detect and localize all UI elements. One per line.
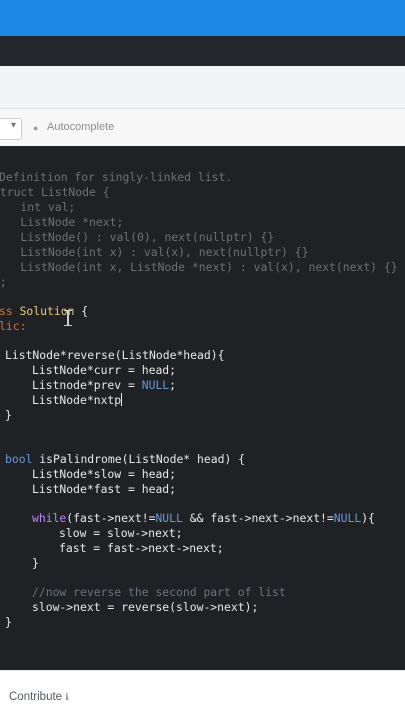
- code-line-comment-4: ListNode *next;: [0, 215, 124, 229]
- code-line-nxtp: ListNode*nxtp: [32, 393, 123, 408]
- code-line-fast: ListNode*fast = head;: [32, 482, 177, 496]
- code-line-comment-8: };: [0, 275, 7, 289]
- contribute-link[interactable]: Contribute ℹ: [9, 691, 69, 703]
- access-specifier: lic:: [0, 319, 27, 333]
- editor-footer: Contribute ℹ: [0, 670, 405, 721]
- language-select[interactable]: ▾: [0, 118, 22, 140]
- code-line-prev: Listnode*prev = NULL;: [32, 378, 176, 393]
- code-line-comment-5: ListNode() : val(0), next(nullptr) {}: [0, 230, 275, 244]
- code-editor[interactable]: Definition for singly-linked list. struc…: [0, 146, 405, 670]
- code-line-palindrome-signature: bool isPalindrome(ListNode* head) {: [5, 452, 245, 467]
- mouse-ibeam-cursor: [64, 310, 72, 326]
- code-line-comment-2: struct ListNode {: [0, 185, 110, 199]
- while-cond-b: && fast->next->next!=: [182, 511, 334, 525]
- browser-top-bar: [0, 0, 405, 36]
- code-line-comment-reverse: //now reverse the second part of list: [32, 585, 286, 600]
- chevron-down-icon: ▾: [10, 120, 16, 131]
- code-line-slow-next: slow->next = reverse(slow->next);: [32, 600, 259, 614]
- bool-keyword: bool: [5, 452, 33, 466]
- code-line-while: while(fast->next!=NULL && fast->next->ne…: [32, 511, 375, 526]
- prev-decl: Listnode*prev =: [32, 378, 142, 392]
- code-line-curr: ListNode*curr = head;: [32, 363, 177, 377]
- comment-reverse: //now reverse the second part of list: [32, 585, 286, 599]
- palindrome-signature: isPalindrome(ListNode* head) {: [32, 452, 246, 466]
- code-line-access: lic:: [0, 319, 26, 334]
- null-constant-2: NULL: [333, 511, 362, 525]
- code-line-reverse-signature: ListNode*reverse(ListNode*head){: [5, 348, 225, 362]
- class-keyword: ss: [0, 304, 13, 318]
- text-cursor: [121, 393, 123, 406]
- contribute-label: Contribute: [9, 691, 63, 703]
- code-line-while-close: }: [32, 556, 39, 570]
- autocomplete-dot-icon[interactable]: ●: [33, 123, 38, 133]
- while-keyword: while: [32, 511, 67, 525]
- null-constant-1: NULL: [155, 511, 183, 525]
- code-line-slow: ListNode*slow = head;: [32, 467, 177, 481]
- class-brace: {: [74, 304, 89, 318]
- code-line-comment-3: int val;: [0, 200, 76, 214]
- code-line-palindrome-close: }: [5, 615, 12, 629]
- code-line-class: ss Solution {: [0, 304, 88, 319]
- code-line-comment-1: Definition for singly-linked list.: [0, 170, 233, 184]
- problem-panel-header: [0, 66, 405, 108]
- autocomplete-toggle-label[interactable]: Autocomplete: [47, 121, 114, 133]
- semicolon: ;: [169, 378, 177, 392]
- site-header: [0, 36, 405, 66]
- code-line-comment-6: ListNode(int x) : val(x), next(nullptr) …: [0, 245, 309, 259]
- nxtp-decl: ListNode*nxtp: [32, 393, 122, 407]
- code-line-slow-step: slow = slow->next;: [59, 526, 183, 540]
- while-cond-c: ){: [361, 511, 375, 525]
- external-link-icon: ℹ: [65, 692, 69, 702]
- code-line-fast-step: fast = fast->next->next;: [59, 541, 224, 555]
- code-line-reverse-close: }: [5, 408, 12, 422]
- while-cond-a: (fast->next!=: [66, 511, 156, 525]
- null-constant: NULL: [141, 378, 170, 392]
- code-line-comment-7: ListNode(int x, ListNode *next) : val(x)…: [0, 260, 398, 274]
